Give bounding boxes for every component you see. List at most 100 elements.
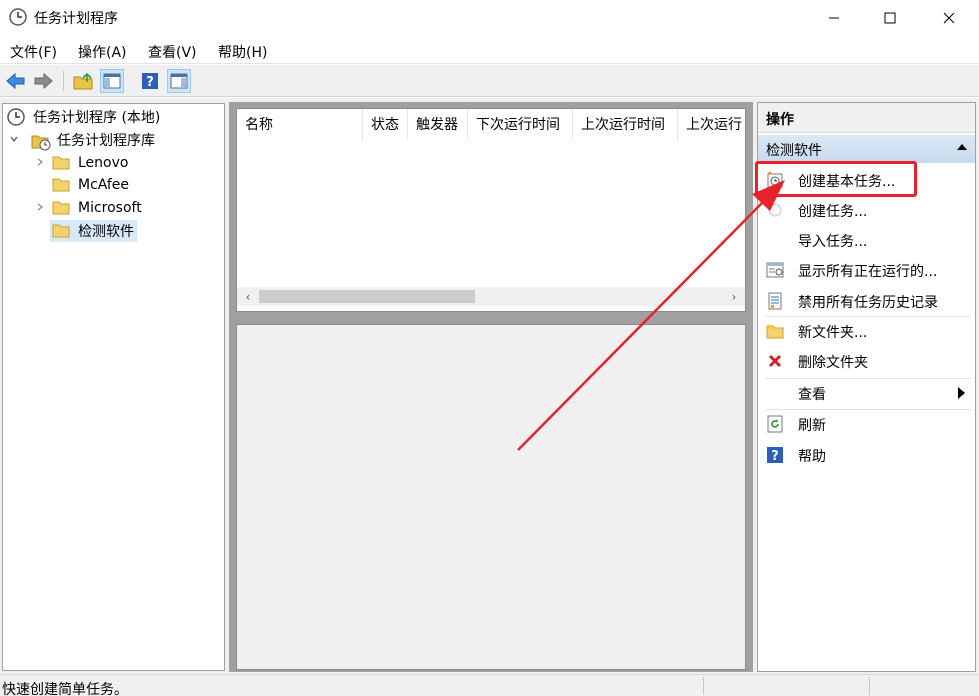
menu-file[interactable]: 文件(F) [10,42,57,62]
task-list-header: 名称 状态 触发器 下次运行时间 上次运行时间 上次运行 [237,109,745,139]
chevron-right-icon[interactable] [35,155,47,171]
action-view[interactable]: 查看 [758,378,975,408]
help-icon: ? [766,446,784,464]
status-text: 快速创建简单任务。 [2,682,128,696]
clock-icon [7,108,25,126]
column-header-last-run[interactable]: 上次运行时间 [573,109,678,139]
tree-item-label: 检测软件 [78,224,134,240]
tree-item-label: 任务计划程序 (本地) [33,110,161,126]
action-disable-history[interactable]: 禁用所有任务历史记录 [758,286,975,316]
status-bar: 快速创建简单任务。 [0,674,979,696]
back-icon [6,73,25,89]
tree-item-jiance[interactable]: 检测软件 [50,220,137,242]
tree-item-library[interactable]: 任务计划程序库 [9,129,155,151]
create-task-icon [766,201,784,219]
tree-item-root[interactable]: 任务计划程序 (本地) [7,106,160,128]
toolbar-separator [63,71,64,91]
action-delete-folder[interactable]: 删除文件夹 [758,346,975,376]
back-button[interactable] [4,69,28,93]
tree-item-label: Lenovo [78,155,129,171]
actions-group-header[interactable]: 检测软件 [758,135,975,163]
minimize-icon [829,17,839,19]
toolbar: ? [0,65,979,97]
column-header-trigger[interactable]: 触发器 [408,109,468,139]
task-list: 名称 状态 触发器 下次运行时间 上次运行时间 上次运行 ‹ › [236,108,746,312]
menu-view[interactable]: 查看(V) [148,42,197,62]
tree-item-lenovo[interactable]: Lenovo [35,152,128,174]
up-folder-button[interactable] [71,69,95,93]
library-folder-clock-icon [31,133,51,151]
column-header-name[interactable]: 名称 [237,109,363,139]
action-label: 导入任务... [798,234,868,250]
horizontal-scrollbar[interactable]: ‹ › [237,287,745,306]
action-label: 删除文件夹 [798,355,868,371]
actions-header: 操作 [758,103,975,133]
refresh-icon [766,415,784,433]
status-divider [703,677,704,695]
show-hide-action-pane-icon [170,73,188,89]
action-label: 帮助 [798,449,826,465]
scroll-left-icon[interactable]: ‹ [239,287,257,306]
chevron-right-icon[interactable] [35,200,47,216]
menu-bar: 文件(F) 操作(A) 查看(V) 帮助(H) [0,37,979,64]
action-label: 显示所有正在运行的... [798,264,938,280]
title-bar: 任务计划程序 [0,0,979,36]
annotation-highlight-box [755,161,917,197]
show-hide-console-tree-icon [103,73,121,89]
scrollbar-thumb[interactable] [259,290,475,303]
task-scheduler-clock-icon [9,8,27,26]
column-header-next-run[interactable]: 下次运行时间 [468,109,573,139]
maximize-button[interactable] [861,0,919,36]
help-toolbar-button[interactable]: ? [138,69,162,93]
action-new-folder[interactable]: 新文件夹... [758,316,975,346]
console-tree: 任务计划程序 (本地) 任务计划程序库 Lenovo McAfee Micros… [2,103,225,671]
close-icon [943,12,955,24]
column-header-last-result[interactable]: 上次运行 [678,109,745,139]
folder-icon [52,201,70,215]
action-show-running[interactable]: 显示所有正在运行的... [758,255,975,285]
tree-item-mcafee[interactable]: McAfee [52,174,129,196]
svg-text:?: ? [146,75,154,90]
show-action-pane-button[interactable] [167,69,191,93]
action-label: 新文件夹... [798,325,868,341]
menu-action[interactable]: 操作(A) [78,42,127,62]
show-console-tree-button[interactable] [100,69,124,93]
minimize-button[interactable] [805,0,863,36]
help-icon: ? [142,73,158,90]
tree-item-label: 任务计划程序库 [57,133,155,149]
action-refresh[interactable]: 刷新 [758,409,975,439]
task-details-pane [236,324,746,670]
maximize-icon [884,12,896,24]
forward-button[interactable] [31,69,55,93]
submenu-arrow-icon [958,387,965,399]
tree-item-label: McAfee [78,177,130,193]
tree-item-microsoft[interactable]: Microsoft [35,197,142,219]
running-tasks-icon [766,261,784,279]
actions-group-label: 检测软件 [766,143,822,159]
folder-icon [52,156,70,170]
window-title: 任务计划程序 [34,11,118,27]
history-icon [766,292,784,310]
delete-icon [766,352,784,370]
status-divider [869,677,870,695]
action-label: 禁用所有任务历史记录 [798,295,938,311]
folder-up-icon [73,72,93,90]
folder-icon [52,178,70,192]
action-import-task[interactable]: 导入任务... [758,225,975,255]
folder-icon [52,224,70,238]
tree-item-label: Microsoft [78,200,142,216]
center-pane: 名称 状态 触发器 下次运行时间 上次运行时间 上次运行 ‹ › [229,102,753,672]
action-help[interactable]: ? 帮助 [758,440,975,470]
action-label: 查看 [798,387,826,403]
action-label: 创建任务... [798,204,868,220]
collapse-up-icon[interactable] [957,144,967,150]
scroll-right-icon[interactable]: › [725,287,743,306]
new-folder-icon [766,322,784,340]
menu-help[interactable]: 帮助(H) [218,42,267,62]
svg-text:?: ? [771,449,779,464]
column-header-status[interactable]: 状态 [363,109,408,139]
action-label: 刷新 [798,418,826,434]
chevron-down-icon[interactable] [9,132,21,148]
close-button[interactable] [920,0,978,36]
action-create-task[interactable]: 创建任务... [758,195,975,225]
